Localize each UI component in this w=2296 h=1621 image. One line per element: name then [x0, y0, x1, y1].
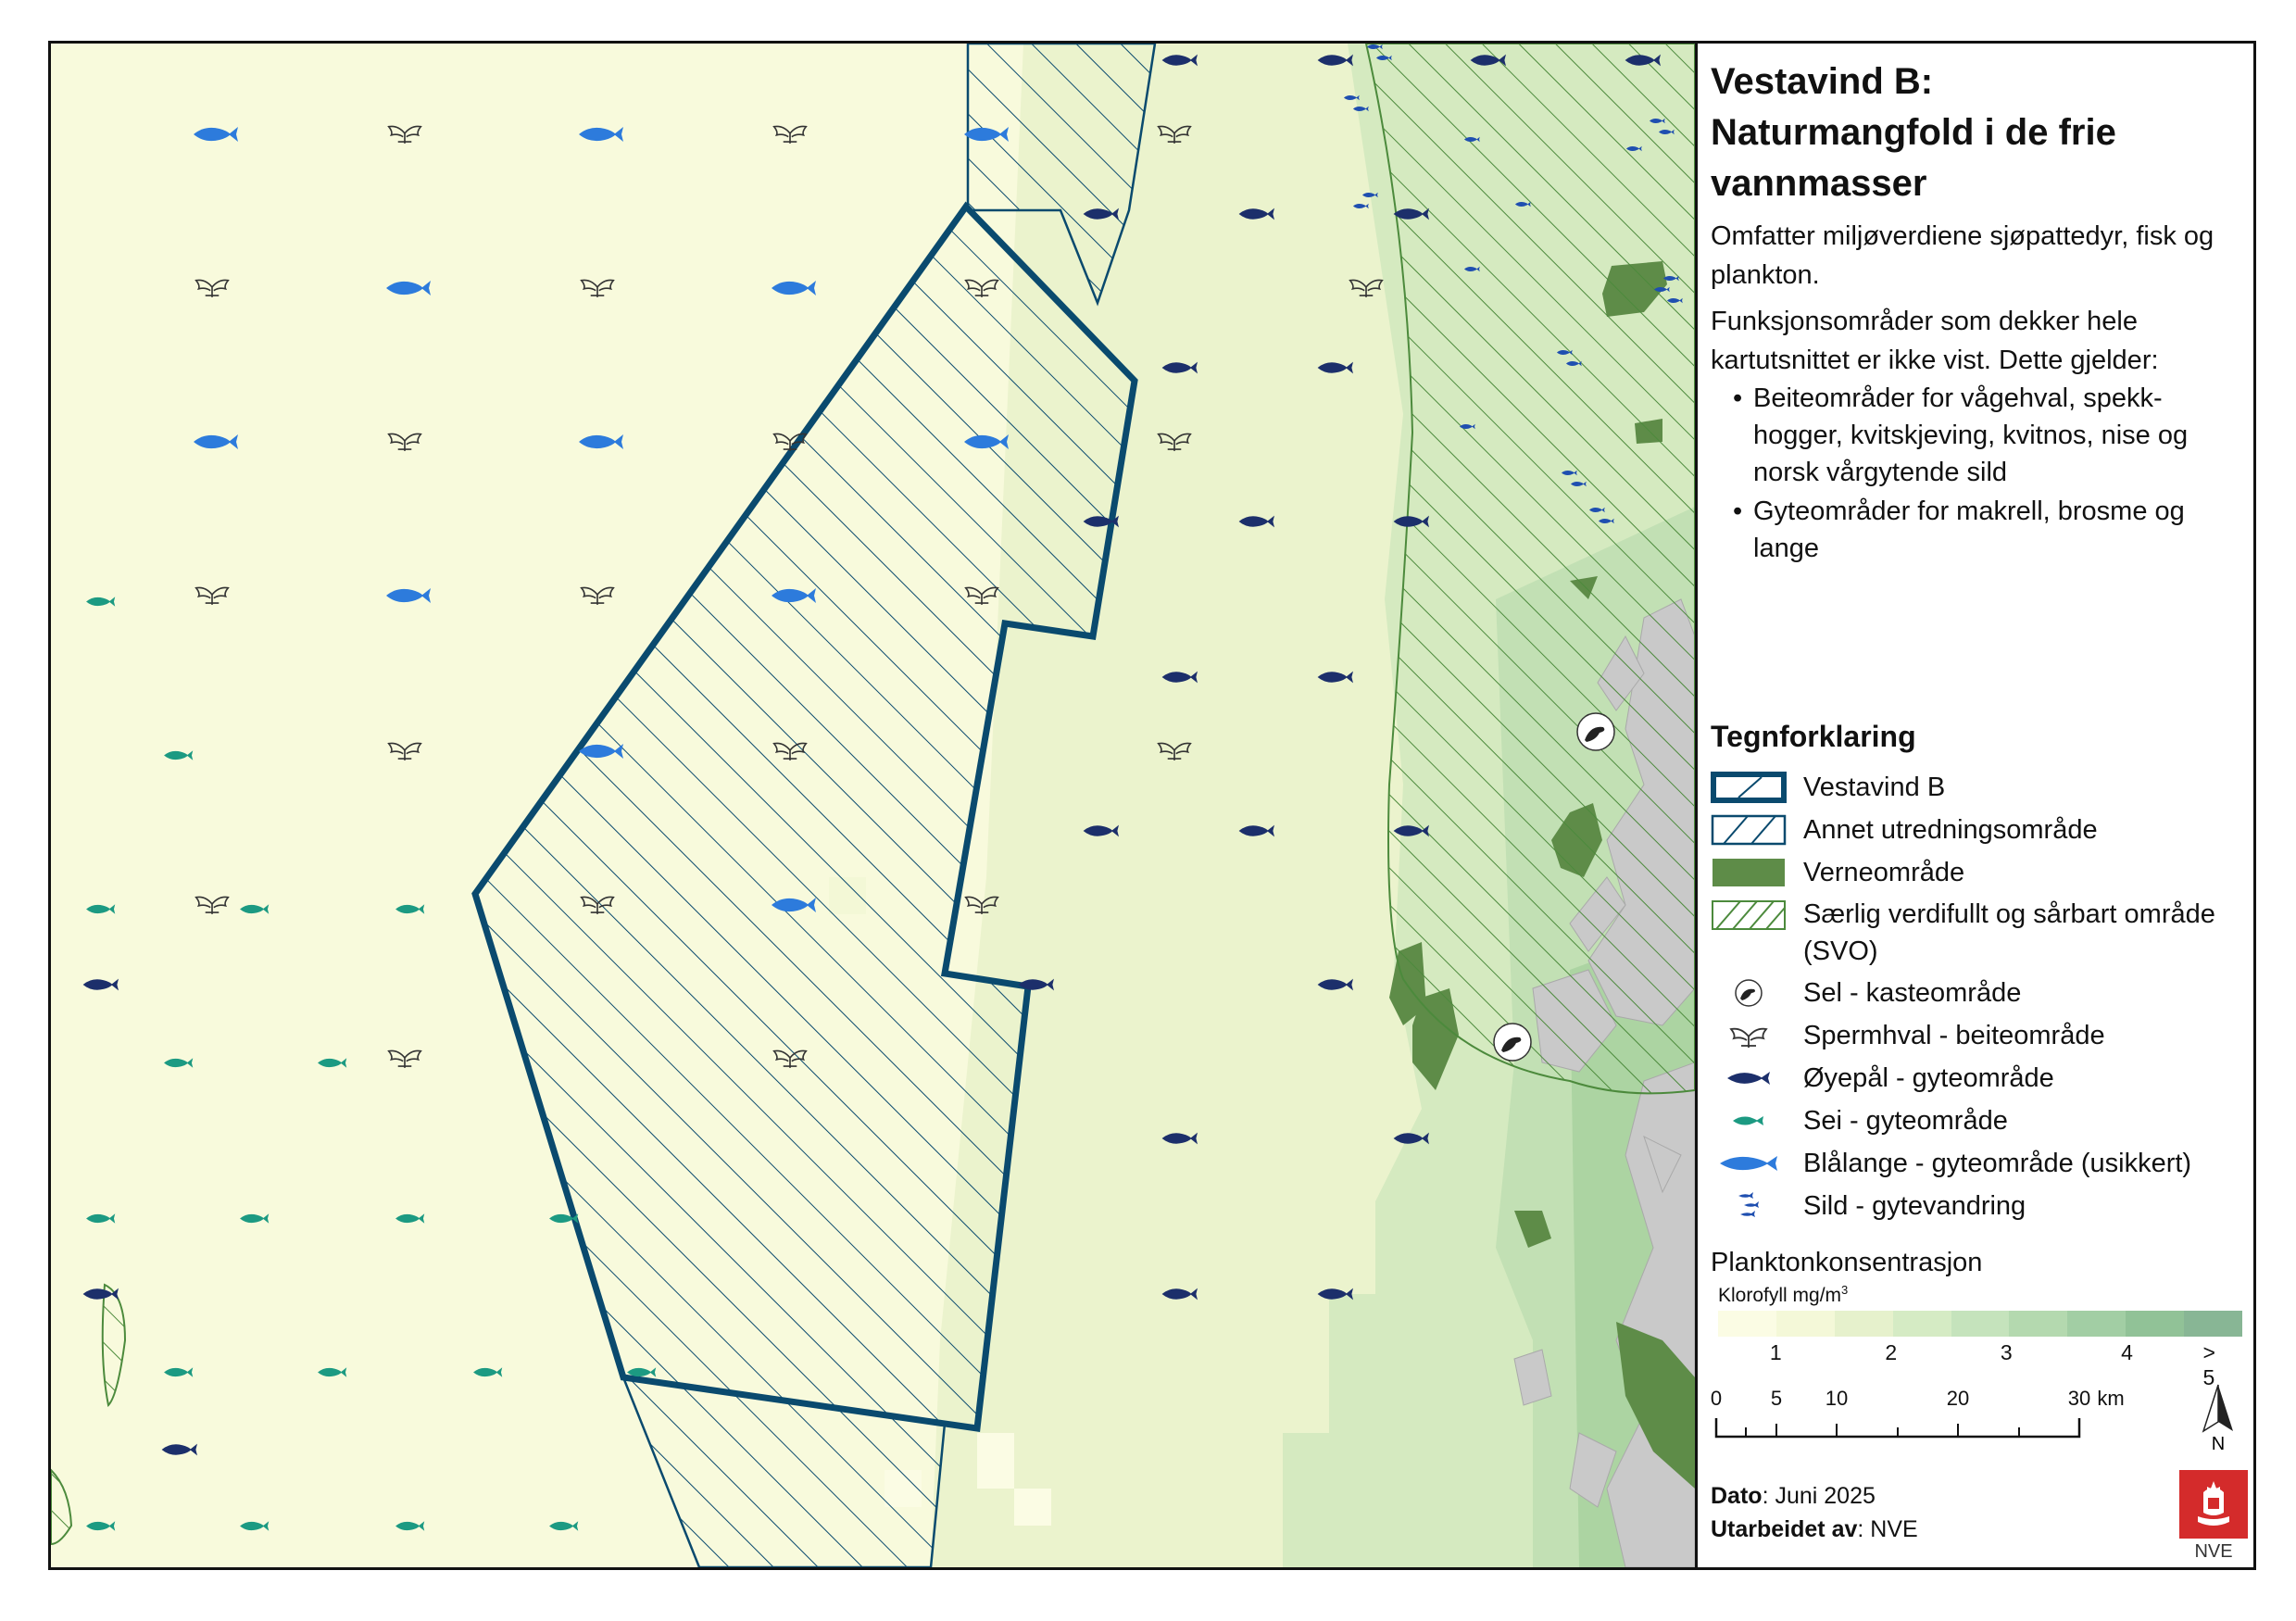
fish-navy-icon	[1727, 1072, 1770, 1085]
note-bullets: Beiteområder for vågehval, spekk-hogger,…	[1711, 380, 2244, 567]
scale-tick: 0	[1710, 1387, 1723, 1410]
footer-info: Dato: Juni 2025 Utarbeidet av: NVE	[1711, 1479, 1918, 1546]
scale-tick: 20	[1946, 1387, 1970, 1410]
ramp-step	[1775, 1311, 1835, 1337]
plankton-unit: Klorofyll mg/m3	[1718, 1283, 1849, 1306]
date-line: Dato: Juni 2025	[1711, 1483, 1876, 1509]
scale-tick: 10	[1825, 1387, 1849, 1410]
scale-tick: 30	[2067, 1387, 2091, 1410]
legend-item-spermhval: Spermhval - beiteområde	[1711, 1014, 2248, 1057]
svg-text:NVE: NVE	[2194, 1541, 2232, 1561]
author-line: Utarbeidet av: NVE	[1711, 1516, 1918, 1542]
ramp-step	[2067, 1311, 2127, 1337]
map-description: Omfatter miljøverdiene sjøpattedyr, fisk…	[1711, 221, 2214, 290]
scale-unit: km	[2097, 1387, 2125, 1410]
plankton-tick: 3	[2000, 1340, 2013, 1364]
legend-panel: Vestavind B: Naturmangfold i de frie van…	[1695, 44, 2253, 1567]
study-area-thin-swatch	[1711, 814, 1787, 846]
plankton-tick: 2	[1885, 1340, 1898, 1364]
ramp-step	[1951, 1311, 2010, 1337]
fish-blue-icon	[1720, 1156, 1777, 1171]
legend-item-svo: Særlig verdifullt og sårbart område (SVO…	[1711, 894, 2248, 972]
legend-item-blalange: Blålange - gyteområde (usikkert)	[1711, 1142, 2248, 1185]
ramp-step	[1892, 1311, 1951, 1337]
scale-bar-graphic	[1714, 1418, 2081, 1439]
plankton-title: Planktonkonsentrasjon	[1711, 1248, 1983, 1277]
legend-item-oyepal: Øyepål - gyteområde	[1711, 1057, 2248, 1100]
map-note: Funksjonsområder som dekker hele kartuts…	[1711, 307, 2159, 375]
herring-icon	[1738, 1192, 1759, 1217]
plankton-tick: 4	[2121, 1340, 2133, 1364]
study-area-thick-swatch	[1711, 772, 1787, 803]
legend-item-sel: Sel - kasteområde	[1711, 972, 2248, 1014]
legend-title: Tegnforklaring	[1711, 720, 1916, 753]
north-arrow-icon: N	[2202, 1384, 2233, 1453]
svo-swatch	[1712, 900, 1786, 930]
plankton-tick: 1	[1769, 1340, 1782, 1364]
svg-text:N: N	[2212, 1434, 2225, 1453]
map-title: Vestavind B: Naturmangfold i de frie van…	[1711, 61, 2116, 204]
note-bullet: Beiteområder for vågehval, spekk-hogger,…	[1733, 380, 2244, 491]
plankton-ticks: 1 2 3 4 > 5	[1718, 1340, 2242, 1389]
nve-logo: NVE	[2179, 1470, 2248, 1561]
plankton-color-ramp	[1718, 1311, 2243, 1337]
seal-icon	[1735, 979, 1763, 1007]
ramp-step	[2184, 1311, 2243, 1337]
scale-tick: 5	[1770, 1387, 1783, 1410]
note-bullet: Gyteområder for makrell, brosme og lange	[1733, 493, 2244, 567]
legend-item-vestavind-b: Vestavind B	[1711, 766, 2248, 809]
legend-list: Vestavind B Annet utredningsområde Verne…	[1711, 766, 2248, 1227]
legend-item-sei: Sei - gyteområde	[1711, 1100, 2248, 1142]
ramp-step	[2126, 1311, 2185, 1337]
protected-swatch	[1713, 859, 1785, 886]
map-canvas[interactable]	[51, 44, 1695, 1567]
ramp-step	[1834, 1311, 1893, 1337]
scale-bar: 0 5 10 20 30 km	[1710, 1387, 2125, 1461]
ramp-step	[1718, 1311, 1776, 1337]
legend-item-annet-utredningsomrade: Annet utredningsområde	[1711, 809, 2248, 851]
whale-tail-icon	[1729, 1027, 1768, 1048]
fish-teal-icon	[1733, 1116, 1763, 1125]
ramp-step	[2009, 1311, 2068, 1337]
legend-item-sild: Sild - gytevandring	[1711, 1185, 2248, 1227]
legend-item-verneomrade: Verneområde	[1711, 851, 2248, 894]
